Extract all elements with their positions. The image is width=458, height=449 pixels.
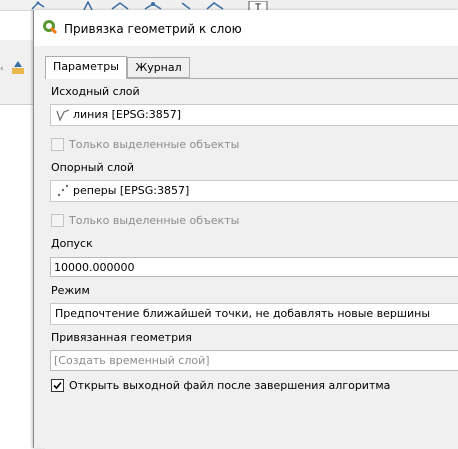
- tab-log[interactable]: Журнал: [127, 57, 190, 78]
- open-output-checkbox[interactable]: [51, 379, 64, 392]
- line-layer-icon: [56, 109, 70, 122]
- output-placeholder: [Создать временный слой]: [54, 354, 210, 367]
- output-label: Привязанная геометрия: [51, 331, 192, 344]
- reference-selected-only-label: Только выделенные объекты: [69, 214, 240, 227]
- tab-log-label: Журнал: [135, 61, 182, 74]
- input-layer-label: Исходный слой: [51, 85, 140, 98]
- input-selected-only-label: Только выделенные объекты: [69, 138, 240, 151]
- mode-combo[interactable]: Предпочтение ближайшей точки, не добавля…: [50, 303, 458, 325]
- reference-layer-label: Опорный слой: [51, 161, 135, 174]
- mode-value: Предпочтение ближайшей точки, не добавля…: [55, 307, 431, 320]
- tolerance-label: Допуск: [51, 237, 93, 250]
- toolbar-handle-icon[interactable]: ‹: [0, 64, 4, 74]
- reference-layer-combo[interactable]: реперы [EPSG:3857]: [50, 180, 458, 202]
- open-output-label: Открыть выходной файл после завершения а…: [69, 379, 391, 392]
- reference-selected-only-checkbox[interactable]: [51, 214, 64, 227]
- layer-up-icon[interactable]: [10, 60, 26, 76]
- reference-layer-value: реперы [EPSG:3857]: [73, 184, 190, 197]
- input-layer-value: линия [EPSG:3857]: [73, 108, 182, 121]
- snap-geometries-dialog: Привязка геометрий к слою Параметры Журн…: [33, 10, 458, 449]
- qgis-logo-icon: [43, 20, 58, 35]
- input-selected-only-checkbox[interactable]: [51, 138, 64, 151]
- mode-label: Режим: [51, 284, 90, 297]
- tolerance-value: 10000.000000: [54, 261, 135, 274]
- side-toolbar: ‹: [0, 40, 33, 105]
- dialog-titlebar[interactable]: Привязка геометрий к слою: [34, 10, 458, 46]
- point-layer-icon: [57, 184, 69, 197]
- input-layer-combo[interactable]: линия [EPSG:3857]: [50, 104, 458, 126]
- map-canvas[interactable]: [0, 105, 33, 448]
- output-input[interactable]: [Создать временный слой]: [50, 350, 458, 371]
- tolerance-input[interactable]: 10000.000000: [50, 257, 458, 277]
- tab-parameters-label: Параметры: [53, 60, 119, 73]
- checkmark-icon: [53, 381, 62, 390]
- dialog-title: Привязка геометрий к слою: [64, 22, 242, 36]
- tab-parameters[interactable]: Параметры: [45, 56, 127, 79]
